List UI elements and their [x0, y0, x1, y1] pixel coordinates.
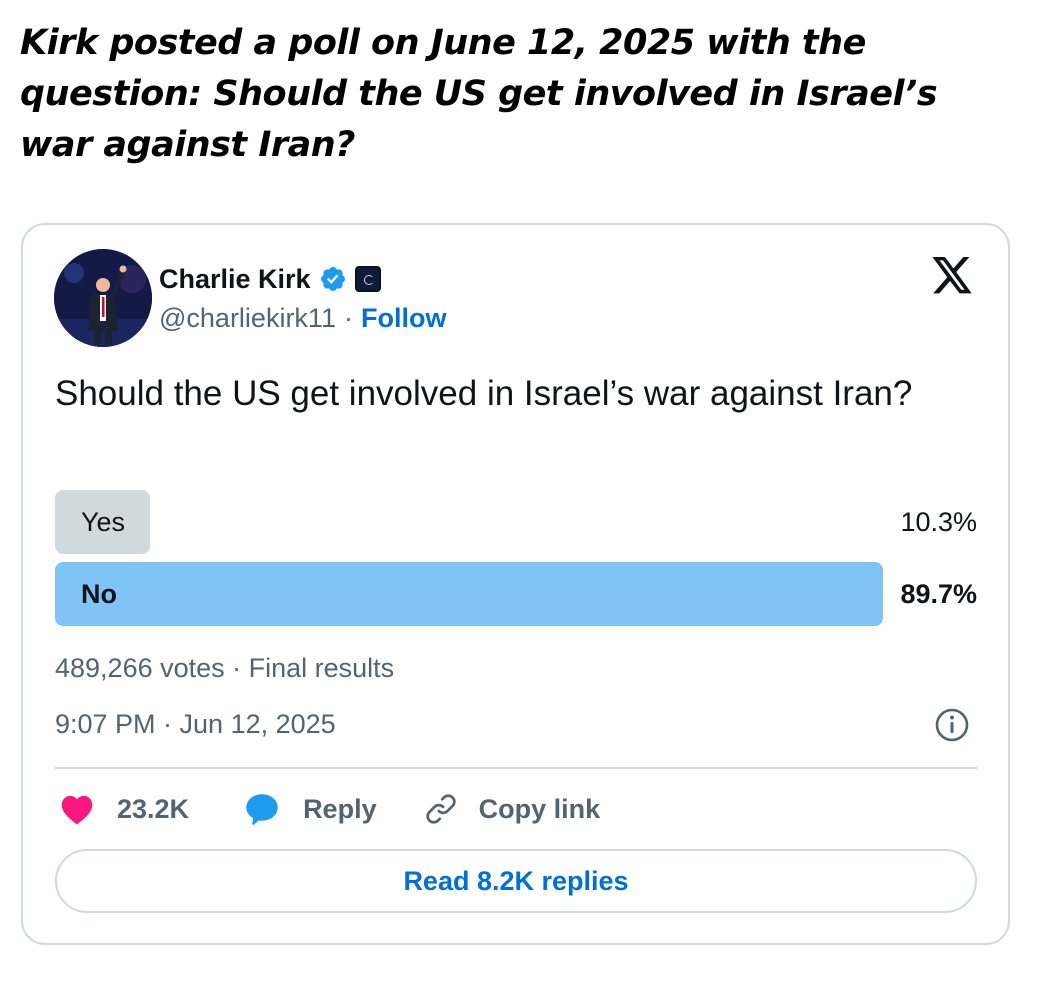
copy-link-button[interactable]: Copy link: [423, 791, 601, 827]
tweet-text: Should the US get involved in Israel’s w…: [55, 374, 913, 413]
heart-icon: [61, 795, 93, 825]
embedded-tweet-card[interactable]: Charlie Kirk @charliekirk11 · Follow Sho…: [21, 223, 1010, 945]
poll-bar-no: [55, 562, 883, 626]
link-icon: [425, 794, 456, 824]
poll-meta: 489,266 votes · Final results: [55, 653, 395, 683]
article-headline: Kirk posted a poll on June 12, 2025 with…: [20, 23, 938, 165]
reply-bubble-icon: [246, 794, 278, 825]
poll-option-no: No 89.7%: [55, 562, 977, 626]
x-logo-icon[interactable]: [930, 257, 974, 297]
poll-option-percent: 10.3%: [900, 507, 977, 537]
author-name[interactable]: Charlie Kirk: [159, 264, 311, 295]
reply-button[interactable]: Reply: [243, 791, 377, 827]
author-handle-row: @charliekirk11 · Follow: [159, 303, 446, 334]
avatar[interactable]: [54, 249, 152, 347]
tweet-actions: 23.2K Reply Copy link: [59, 787, 600, 831]
tweet-timestamp[interactable]: 9:07 PM · Jun 12, 2025: [55, 709, 336, 740]
like-count: 23.2K: [117, 793, 190, 824]
divider: [55, 767, 977, 769]
copy-link-label: Copy link: [478, 793, 601, 824]
poll-option-yes: Yes 10.3%: [55, 490, 977, 554]
like-button[interactable]: 23.2K: [59, 793, 189, 825]
follow-link[interactable]: Follow: [361, 303, 446, 334]
affiliate-badge-icon[interactable]: [354, 266, 381, 292]
poll-option-label: Yes: [81, 507, 126, 537]
reply-label: Reply: [303, 793, 377, 824]
author-handle[interactable]: @charliekirk11: [159, 303, 336, 334]
poll-option-label: No: [81, 579, 117, 609]
poll-option-percent: 89.7%: [900, 579, 977, 609]
read-replies-button[interactable]: Read 8.2K replies: [55, 849, 977, 913]
handle-separator: ·: [343, 303, 353, 333]
verified-badge-icon: [319, 265, 347, 293]
info-icon[interactable]: [934, 707, 970, 743]
author-name-row: Charlie Kirk: [159, 261, 381, 297]
